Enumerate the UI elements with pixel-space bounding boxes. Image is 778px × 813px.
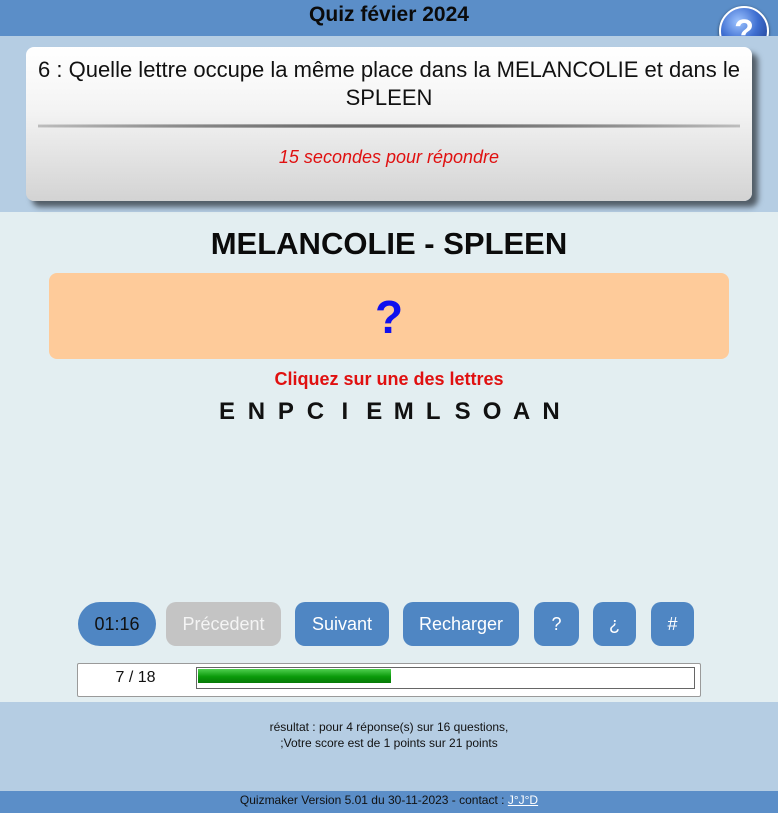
letter-choice[interactable]: E <box>364 398 385 426</box>
time-notice: 15 secondes pour répondre <box>278 147 500 167</box>
question-card: 6 : Quelle lettre occupe la même place d… <box>26 47 752 201</box>
letter-choice[interactable]: P <box>275 398 296 426</box>
letter-choices: E N P C I E M L S O A N <box>0 398 778 426</box>
progress-bar <box>196 667 695 689</box>
letter-choice[interactable]: N <box>540 398 561 426</box>
hint-button[interactable]: ? <box>534 602 579 646</box>
result-panel: résultat : pour 4 réponse(s) sur 16 ques… <box>0 702 778 791</box>
question-divider <box>38 124 740 128</box>
previous-button[interactable]: Précedent <box>166 602 281 646</box>
question-panel: 6 : Quelle lettre occupe la même place d… <box>0 36 778 212</box>
letter-choice[interactable]: N <box>246 398 267 426</box>
letter-choice[interactable]: E <box>217 398 238 426</box>
question-text: 6 : Quelle lettre occupe la même place d… <box>38 57 740 110</box>
score-summary: ;Votre score est de 1 points sur 21 poin… <box>280 736 498 750</box>
countdown-timer: 01:16 <box>78 602 156 646</box>
progress-fill <box>198 669 391 683</box>
reload-button[interactable]: Recharger <box>403 602 519 646</box>
letter-choice[interactable]: L <box>423 398 444 426</box>
letter-choice[interactable]: O <box>482 398 503 426</box>
contact-link[interactable]: J°J°D <box>508 793 538 807</box>
answer-box: ? <box>49 273 729 359</box>
next-button[interactable]: Suivant <box>295 602 389 646</box>
instruction-text: Cliquez sur une des lettres <box>274 369 504 389</box>
letter-choice[interactable]: M <box>393 398 414 426</box>
hash-button[interactable]: # <box>651 602 694 646</box>
progress-label: 7 / 18 <box>115 669 156 686</box>
progress-panel: 7 / 18 <box>77 663 701 697</box>
result-summary: résultat : pour 4 réponse(s) sur 16 ques… <box>269 720 509 734</box>
letter-choice[interactable]: S <box>452 398 473 426</box>
quiz-header: Quiz févier 2024 <box>0 0 778 36</box>
word-pair-title: MELANCOLIE - SPLEEN <box>210 226 568 261</box>
letter-choice[interactable]: C <box>305 398 326 426</box>
letter-choice[interactable]: I <box>334 398 355 426</box>
footer: Quizmaker Version 5.01 du 30-11-2023 - c… <box>0 791 778 813</box>
quiz-title: Quiz févier 2024 <box>309 3 469 26</box>
inverted-question-button[interactable]: ¿ <box>593 602 636 646</box>
letter-choice[interactable]: A <box>511 398 532 426</box>
footer-version: Quizmaker Version 5.01 du 30-11-2023 - c… <box>239 793 508 807</box>
